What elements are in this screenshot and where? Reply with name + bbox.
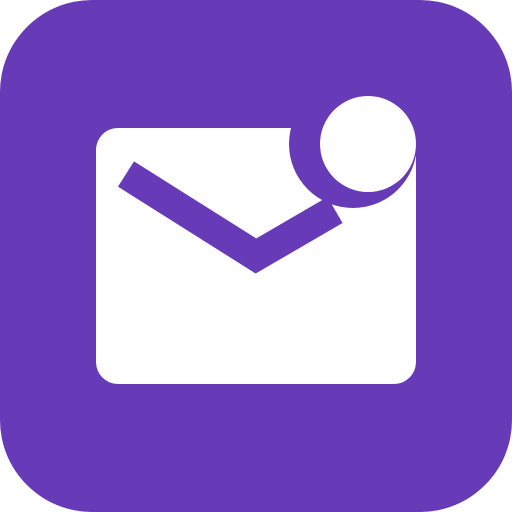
- app-icon[interactable]: [0, 0, 512, 512]
- mail-notification-icon: [0, 0, 512, 512]
- notification-dot-icon: [320, 96, 416, 192]
